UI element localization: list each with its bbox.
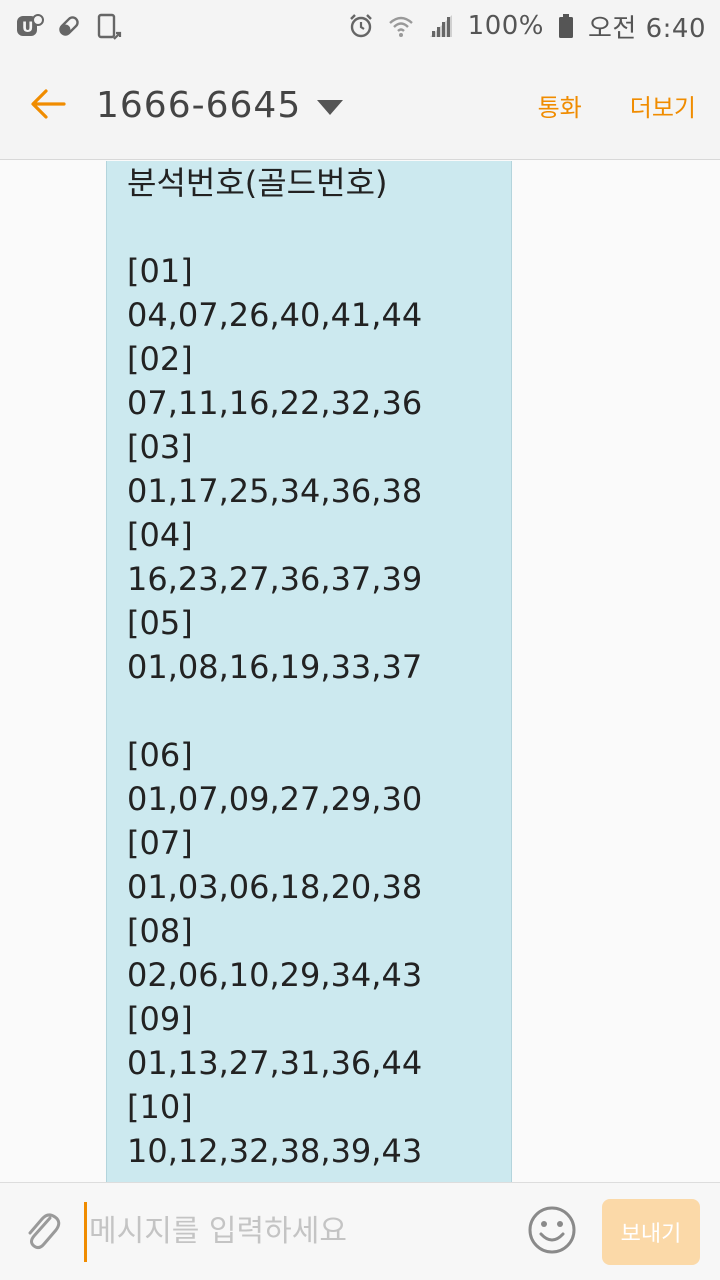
- composer: 보내기: [0, 1182, 720, 1280]
- message-line: 01,07,09,27,29,30: [127, 780, 423, 818]
- message-input[interactable]: [84, 1201, 510, 1262]
- message-line: 01,03,06,18,20,38: [127, 868, 423, 906]
- status-right: 100% 오전 6:40: [348, 8, 706, 45]
- message-line: [07]: [127, 824, 193, 862]
- message-line: 01,08,16,19,33,37: [127, 648, 423, 686]
- message-line: [09]: [127, 1000, 193, 1038]
- call-button[interactable]: 통화: [514, 88, 606, 123]
- attach-button[interactable]: [0, 1183, 84, 1280]
- message-line: 16,23,27,36,37,39: [127, 560, 423, 598]
- battery-icon: [558, 13, 574, 39]
- message-line: 10,12,32,38,39,43: [127, 1132, 423, 1170]
- status-bar: U 100% 오전 6:40: [0, 0, 720, 52]
- message-line: [02]: [127, 340, 193, 378]
- message-line: [08]: [127, 912, 193, 950]
- chevron-down-icon[interactable]: [317, 100, 344, 115]
- message-line: [10]: [127, 1088, 193, 1126]
- arrow-left-icon: [30, 88, 66, 124]
- app-bar: 1666-6645 통화 더보기: [0, 52, 720, 160]
- message-line: 02,06,10,29,34,43: [127, 956, 423, 994]
- message-bubble[interactable]: 0 3 . 분석번호(골드번호)[01]04,07,26,40,41,44[02…: [106, 161, 512, 1182]
- svg-text:U: U: [22, 20, 33, 36]
- message-line: [06]: [127, 736, 193, 774]
- clock: 오전 6:40: [588, 13, 706, 44]
- alarm-icon: [348, 13, 374, 39]
- phone-upload-icon: [96, 13, 122, 40]
- back-button[interactable]: [0, 52, 96, 160]
- contact-title[interactable]: 1666-6645: [96, 85, 301, 126]
- message-line: [04]: [127, 516, 193, 554]
- emoji-button[interactable]: [516, 1183, 588, 1280]
- app-badge-icon: U: [16, 13, 44, 39]
- wifi-icon: [388, 13, 414, 39]
- conversation[interactable]: 0 3 . 분석번호(골드번호)[01]04,07,26,40,41,44[02…: [0, 161, 720, 1182]
- battery-percent: 100%: [467, 11, 544, 41]
- send-button[interactable]: 보내기: [602, 1198, 700, 1265]
- signal-icon: [428, 13, 454, 39]
- more-button[interactable]: 더보기: [606, 88, 720, 123]
- contact-title-wrap[interactable]: 1666-6645: [96, 85, 514, 126]
- message-line: 분석번호(골드번호): [127, 164, 388, 202]
- message-line: 01,17,25,34,36,38: [127, 472, 423, 510]
- message-line: [03]: [127, 428, 193, 466]
- message-lines: 분석번호(골드번호) [01] 04,07,26,40,41,44 [02] 07,11…: [127, 161, 491, 1173]
- status-left: U: [16, 13, 122, 40]
- message-line: 04,07,26,40,41,44: [127, 296, 423, 334]
- message-line: [05]: [127, 604, 193, 642]
- message-line: 07,11,16,22,32,36: [127, 384, 423, 422]
- pill-icon: [56, 13, 82, 39]
- paperclip-icon: [22, 1208, 62, 1256]
- message-line: [01]: [127, 252, 193, 290]
- message-line: 01,13,27,31,36,44: [127, 1044, 423, 1082]
- smiley-icon: [527, 1205, 577, 1259]
